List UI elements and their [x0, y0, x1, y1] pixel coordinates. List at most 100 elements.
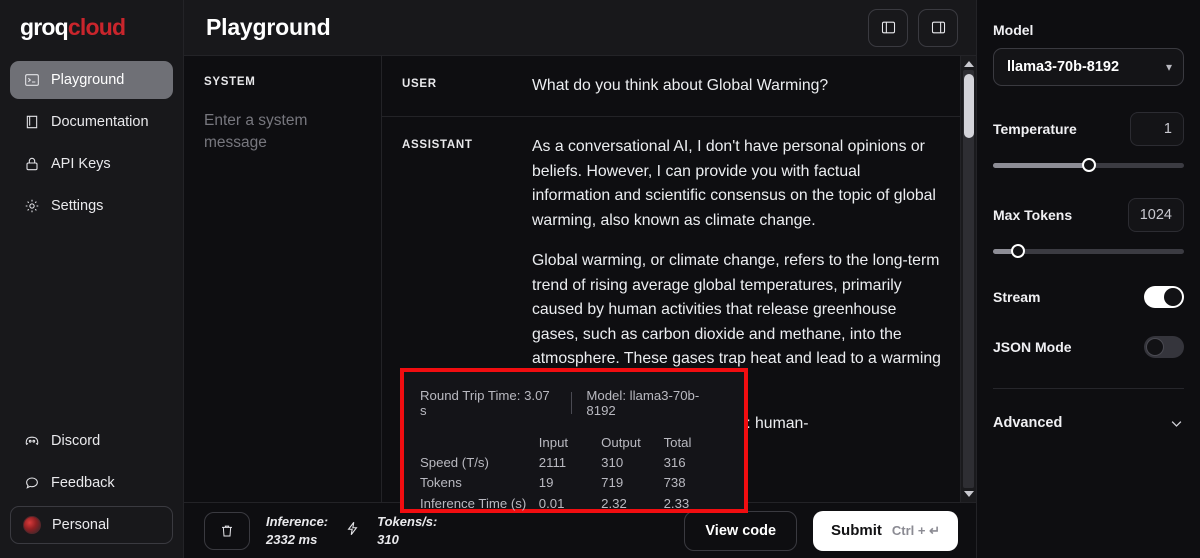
col-header-blank [420, 432, 539, 452]
gear-icon [23, 198, 40, 215]
playground-app: groqcloud Playground Documentation API K… [0, 0, 1200, 558]
row-label: Tokens [420, 475, 462, 491]
max-tokens-param: Max Tokens 1024 [993, 198, 1184, 258]
brand-logo-cloud: cloud [67, 14, 126, 40]
system-message-input[interactable]: Enter a system message [204, 110, 363, 155]
stream-label: Stream [993, 289, 1041, 305]
max-tokens-slider[interactable] [993, 244, 1184, 258]
clear-chat-button[interactable] [204, 511, 250, 550]
submit-label: Submit [831, 522, 882, 539]
metrics-overlay: Round Trip Time: 3.07 s Model: llama3-70… [400, 368, 748, 513]
sidebar-item-documentation[interactable]: Documentation [10, 103, 173, 141]
cell-output: 719 [601, 475, 624, 491]
toggle-left-panel-button[interactable] [868, 8, 908, 47]
json-mode-row: JSON Mode [993, 336, 1184, 358]
lightning-icon [344, 519, 361, 543]
sidebar-nav-primary: Playground Documentation API Keys Settin… [0, 53, 183, 225]
max-tokens-label: Max Tokens [993, 207, 1073, 223]
avatar-icon [23, 516, 41, 534]
cell-total: 316 [663, 454, 686, 470]
inference-label: Inference: [266, 513, 329, 529]
settings-divider [993, 388, 1184, 389]
sidebar-item-label: Documentation [51, 114, 149, 130]
brand-logo-groq: groq [20, 14, 69, 40]
sidebar-item-label: Personal [52, 517, 110, 533]
sidebar-item-settings[interactable]: Settings [10, 187, 173, 225]
json-mode-toggle[interactable] [1144, 336, 1184, 358]
chevron-updown-icon: ▾ [1165, 60, 1172, 74]
message-paragraph: What do you think about Global Warming? [532, 77, 829, 94]
temperature-slider[interactable] [993, 158, 1184, 172]
sidebar-item-api-keys[interactable]: API Keys [10, 145, 173, 183]
advanced-label: Advanced [993, 415, 1063, 431]
round-trip-time: Round Trip Time: 3.07 s [420, 388, 550, 418]
message-paragraph: As a conversational AI, I don't have per… [532, 138, 936, 229]
brand-logo[interactable]: groqcloud [0, 0, 183, 53]
message-body[interactable]: What do you think about Global Warming? [532, 74, 942, 98]
scroll-down-arrow-icon[interactable] [963, 491, 974, 497]
cell-input: 0.01 [538, 495, 565, 511]
sidebar-item-label: API Keys [51, 156, 111, 172]
sidebar-item-feedback[interactable]: Feedback [10, 464, 173, 502]
chat-bubble-icon [23, 475, 40, 492]
sidebar-item-label: Settings [51, 198, 104, 214]
slider-knob[interactable] [1010, 244, 1025, 258]
tokens-label: Tokens/s: [377, 513, 438, 529]
col-header-total: Total [663, 434, 692, 450]
submit-shortcut: Ctrl + ↵ [891, 522, 940, 538]
advanced-section-toggle[interactable]: Advanced [993, 415, 1184, 431]
slider-fill [993, 163, 1089, 168]
sidebar-item-personal[interactable]: Personal [10, 506, 173, 544]
cell-total: 2.33 [663, 495, 690, 511]
stream-row: Stream [993, 286, 1184, 308]
trash-icon [222, 525, 232, 536]
panel-right-icon [931, 21, 945, 34]
submit-button[interactable]: Submit Ctrl + ↵ [813, 510, 958, 551]
cell-output: 310 [601, 454, 624, 470]
system-label: SYSTEM [204, 76, 256, 88]
sidebar-item-discord[interactable]: Discord [10, 422, 173, 460]
sidebar-item-label: Feedback [51, 475, 115, 491]
sidebar-item-label: Playground [51, 72, 125, 88]
tokens-per-second-stat: Tokens/s: 310 [377, 513, 437, 548]
max-tokens-value-input[interactable]: 1024 [1127, 198, 1184, 232]
model-label: Model [993, 22, 1034, 38]
toggle-knob [1164, 288, 1182, 306]
page-title: Playground [206, 14, 331, 40]
toggle-right-panel-button[interactable] [918, 8, 958, 47]
col-header-output: Output [601, 434, 641, 450]
temperature-label: Temperature [993, 121, 1077, 137]
sidebar-item-playground[interactable]: Playground [10, 61, 173, 99]
message-role-label: USER [402, 78, 437, 90]
inference-stat: Inference: 2332 ms [266, 513, 328, 548]
cell-input: 2111 [538, 454, 567, 470]
top-header: Playground [184, 0, 976, 56]
view-code-button[interactable]: View code [684, 510, 798, 551]
scrollbar-thumb[interactable] [964, 74, 974, 138]
col-header-input: Input [538, 434, 569, 450]
metrics-header: Round Trip Time: 3.07 s Model: llama3-70… [420, 388, 726, 418]
temperature-param: Temperature 1 [993, 112, 1184, 172]
scroll-up-arrow-icon[interactable] [963, 61, 974, 67]
chat-scrollbar[interactable] [960, 56, 976, 502]
message-row-user: USER What do you think about Global Warm… [382, 56, 960, 116]
json-mode-label: JSON Mode [993, 339, 1072, 355]
tokens-value: 310 [377, 531, 399, 547]
settings-panel: Model llama3-70b-8192 ▾ Temperature 1 Ma… [976, 0, 1200, 558]
stream-toggle[interactable] [1144, 286, 1184, 308]
row-label: Inference Time (s) [420, 495, 527, 511]
table-row: Tokens 19 719 738 [420, 473, 726, 493]
cell-total: 738 [663, 475, 686, 491]
cell-input: 19 [538, 475, 554, 491]
slider-knob[interactable] [1081, 158, 1096, 172]
toggle-knob [1146, 338, 1164, 356]
lock-icon [23, 156, 40, 173]
metrics-table: Input Output Total Speed (T/s) 2111 310 … [420, 432, 726, 514]
model-select[interactable]: llama3-70b-8192 ▾ [993, 48, 1184, 86]
table-header-row: Input Output Total [420, 432, 726, 452]
temperature-value-input[interactable]: 1 [1130, 112, 1184, 146]
sidebar-nav-secondary: Discord Feedback Personal [0, 422, 183, 558]
header-actions [868, 8, 958, 47]
discord-icon [23, 433, 40, 450]
book-icon [23, 114, 40, 131]
